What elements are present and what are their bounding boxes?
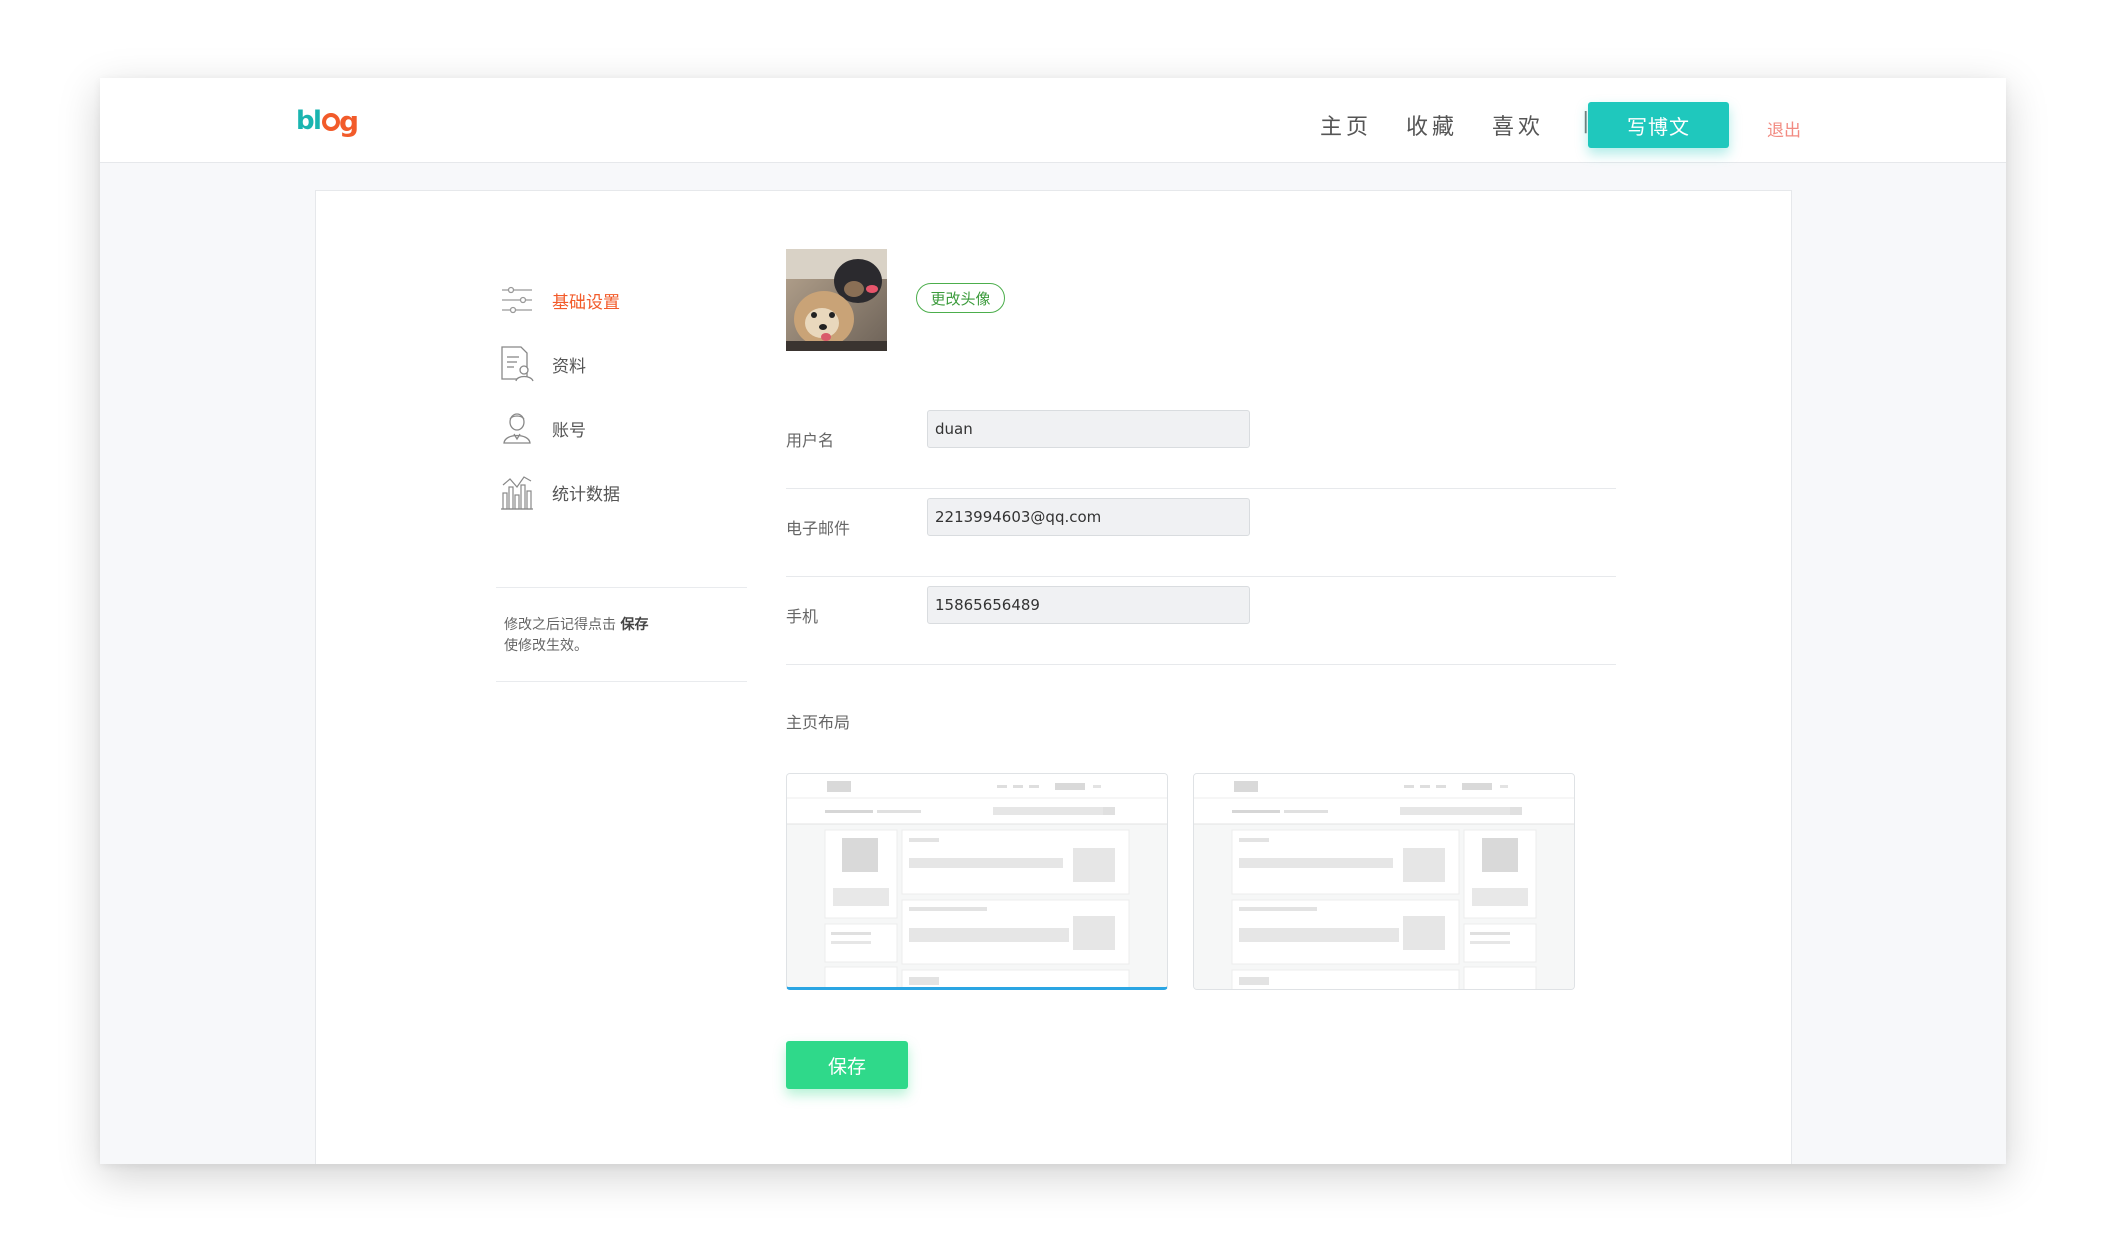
sidebar-item-label: 账号: [552, 420, 586, 441]
username-row: 用户名: [786, 401, 1616, 489]
phone-input[interactable]: [927, 586, 1250, 624]
sidebar-item-statistics[interactable]: 统计数据: [499, 467, 620, 517]
tip-text-2: 使修改生效。: [504, 638, 588, 654]
sidebar-item-basic-settings[interactable]: 基础设置: [499, 275, 620, 325]
tip-text: 修改之后记得点击: [504, 617, 616, 633]
sidebar-item-account[interactable]: 账号: [499, 403, 586, 453]
nav-likes[interactable]: 喜欢: [1492, 109, 1544, 141]
sidebar-item-profile[interactable]: 资料: [499, 339, 586, 389]
sidebar-item-label: 统计数据: [552, 484, 620, 505]
avatar[interactable]: [786, 249, 887, 351]
email-row: 电子邮件: [786, 489, 1616, 577]
svg-text:l: l: [313, 106, 322, 136]
blog-logo[interactable]: b l g: [296, 105, 366, 141]
nav-home[interactable]: 主页: [1320, 109, 1372, 141]
settings-card: 基础设置 资料 账号 统计数据 修改之后记得点击 保存 使修改生效。 更改头像 …: [315, 190, 1792, 1164]
app-window: b l g 主页 收藏 喜欢 | 设置 写博文 退出: [100, 78, 2006, 1164]
profile-document-icon: [499, 344, 535, 384]
change-avatar-button[interactable]: 更改头像: [916, 283, 1005, 313]
write-post-button[interactable]: 写博文: [1588, 102, 1729, 148]
layout-option-left-sidebar[interactable]: [786, 773, 1168, 990]
svg-text:g: g: [339, 105, 359, 138]
tip-bold: 保存: [620, 617, 649, 633]
save-button[interactable]: 保存: [786, 1041, 908, 1089]
top-header: b l g 主页 收藏 喜欢 | 设置 写博文 退出: [100, 78, 2006, 163]
sidebar-item-label: 基础设置: [552, 292, 620, 313]
sidebar-divider: [496, 587, 747, 588]
username-input[interactable]: [927, 410, 1250, 448]
layout-option-right-sidebar[interactable]: [1193, 773, 1575, 990]
sidebar-divider: [496, 681, 747, 682]
phone-label: 手机: [786, 607, 819, 626]
sidebar-item-label: 资料: [552, 356, 586, 377]
sliders-icon: [499, 280, 535, 320]
save-tip: 修改之后记得点击 保存 使修改生效。: [504, 615, 744, 657]
layout-label: 主页布局: [786, 713, 851, 732]
nav-favorites[interactable]: 收藏: [1406, 109, 1458, 141]
user-icon: [499, 408, 535, 448]
email-label: 电子邮件: [786, 519, 851, 538]
bar-chart-icon: [499, 472, 535, 512]
logout-link[interactable]: 退出: [1767, 116, 1801, 141]
svg-text:b: b: [296, 106, 315, 136]
username-label: 用户名: [786, 431, 835, 450]
email-input[interactable]: [927, 498, 1250, 536]
phone-row: 手机: [786, 577, 1616, 665]
